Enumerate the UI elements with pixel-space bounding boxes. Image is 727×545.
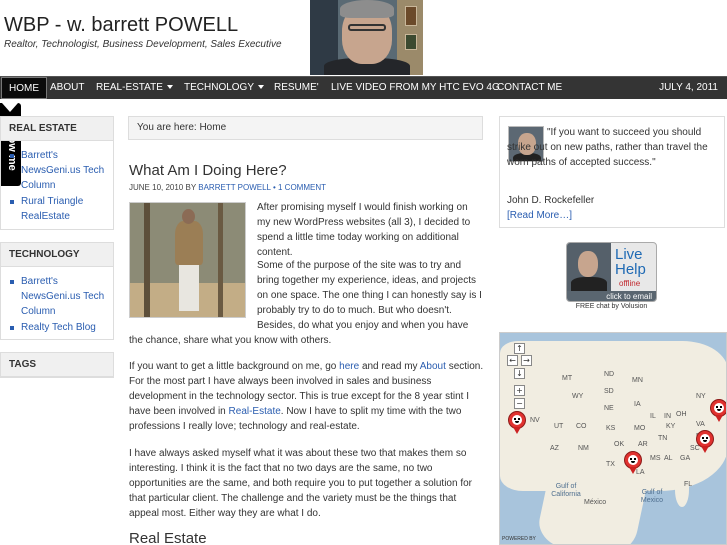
map-pin-icon[interactable] <box>710 399 726 423</box>
map-state-label: WY <box>572 393 584 400</box>
quote-widget: "If you want to succeed you should strik… <box>499 116 725 228</box>
sidebar-heading-technology: TECHNOLOGY <box>1 243 113 267</box>
read-more-link[interactable]: [Read More…] <box>507 210 572 221</box>
live-help-button[interactable]: Live Help offline click to email <box>566 242 657 302</box>
map-state-label: MO <box>634 425 646 432</box>
sidebar-heading-real-estate: REAL ESTATE <box>1 117 113 141</box>
section-title: Real Estate <box>129 530 207 545</box>
here-link[interactable]: here <box>339 361 359 372</box>
nav-technology[interactable]: TECHNOLOGY <box>177 77 271 99</box>
map-state-label: ND <box>604 371 615 378</box>
map-state-label: OH <box>676 411 687 418</box>
post-comments-link[interactable]: 1 COMMENT <box>278 183 326 192</box>
map-state-label: AZ <box>550 445 559 452</box>
map-state-label: AR <box>638 441 648 448</box>
post-paragraph: If you want to get a little background o… <box>129 361 484 432</box>
meta-separator: • <box>272 183 276 192</box>
bird-icon <box>2 103 18 112</box>
map-state-label: KS <box>606 425 616 432</box>
sidebar-link[interactable]: Barrett's NewsGeni.us Tech Column <box>10 148 109 193</box>
pan-down-button[interactable]: ↓ <box>514 368 525 379</box>
about-link[interactable]: About <box>420 361 446 372</box>
pan-left-button[interactable]: ← <box>507 355 518 366</box>
free-chat-credit[interactable]: FREE chat by Volusion <box>566 303 657 310</box>
map-state-label: UT <box>554 423 564 430</box>
click-to-email[interactable]: click to email <box>567 291 656 301</box>
sidebar-link[interactable]: Barrett's NewsGeni.us Tech Column <box>10 274 109 319</box>
zoom-in-button[interactable]: + <box>514 385 525 396</box>
map-state-label: MT <box>562 375 573 382</box>
map-state-label: OK <box>614 441 625 448</box>
map-state-label: IA <box>634 401 641 408</box>
chevron-down-icon <box>258 85 265 90</box>
map-country-label: México <box>584 499 607 506</box>
post-title[interactable]: What Am I Doing Here? <box>129 162 287 179</box>
nav-home[interactable]: HOME <box>1 77 47 99</box>
nav-real-estate[interactable]: REAL-ESTATE <box>89 77 180 99</box>
map-state-label: AL <box>664 455 673 462</box>
map-state-label: SD <box>604 388 614 395</box>
map-state-label: NV <box>530 417 540 424</box>
post-paragraph: I have always asked myself what it was a… <box>129 448 472 519</box>
main-nav: HOME ABOUT REAL-ESTATE TECHNOLOGY RESUME… <box>0 76 727 99</box>
map-state-label: IL <box>650 413 656 420</box>
pan-up-button[interactable]: ↑ <box>514 343 525 354</box>
sidebar-tags: TAGS <box>0 352 114 378</box>
breadcrumb: You are here: Home <box>128 116 483 140</box>
zoom-out-button[interactable]: − <box>514 398 525 409</box>
real-estate-link[interactable]: Real-Estate <box>229 406 281 417</box>
pan-right-button[interactable]: → <box>521 355 532 366</box>
post-paragraph: Besides, do what you enjoy and when you … <box>129 320 469 346</box>
sidebar-link[interactable]: Rural Triangle RealEstate <box>10 194 109 224</box>
map-credit: POWERED BY <box>502 536 536 542</box>
post-meta: JUNE 10, 2010 BY BARRETT POWELL • 1 COMM… <box>129 183 326 192</box>
site-tagline: Realtor, Technologist, Business Developm… <box>4 39 282 50</box>
sidebar-heading-tags: TAGS <box>1 353 113 377</box>
post-date: JUNE 10, 2010 BY <box>129 183 197 192</box>
map-state-label: GA <box>680 455 691 462</box>
map-state-label: FL <box>684 481 693 488</box>
map-state-label: VA <box>696 421 705 428</box>
map-pin-icon[interactable] <box>696 430 714 454</box>
map-pin-icon[interactable] <box>508 411 526 435</box>
quote-text: "If you want to succeed you should strik… <box>507 127 708 168</box>
sidebar-real-estate: REAL ESTATE Barrett's NewsGeni.us Tech C… <box>0 116 114 230</box>
post-paragraph: Some of the purpose of the site was to t… <box>257 260 482 316</box>
map-state-label: IN <box>664 413 671 420</box>
sidebar-technology: TECHNOLOGY Barrett's NewsGeni.us Tech Co… <box>0 242 114 340</box>
map-water-label: Gulf of California <box>551 483 581 498</box>
map-state-label: NY <box>696 393 706 400</box>
map-state-label: NE <box>604 405 614 412</box>
nav-about[interactable]: ABOUT <box>43 77 91 99</box>
nav-live-video[interactable]: LIVE VIDEO FROM MY HTC EVO 4G <box>324 77 507 99</box>
header-photo <box>310 0 423 75</box>
nav-resume[interactable]: RESUME' <box>267 77 326 99</box>
map-state-label: MS <box>650 455 661 462</box>
sidebar-link[interactable]: Realty Tech Blog <box>10 320 109 335</box>
post-author-link[interactable]: BARRETT POWELL <box>198 183 270 192</box>
nav-date: JULY 4, 2011 <box>659 82 718 93</box>
map-state-label: TN <box>658 435 668 442</box>
map-pin-icon[interactable] <box>624 451 642 475</box>
map-water-label: Gulf of Mexico <box>640 489 664 504</box>
site-title[interactable]: WBP - w. barrett POWELL <box>4 14 238 37</box>
post-paragraph: After promising myself I would finish wo… <box>257 202 471 258</box>
post-photo <box>129 202 246 318</box>
map-state-label: NM <box>578 445 589 452</box>
nav-contact[interactable]: CONTACT ME <box>490 77 569 99</box>
map-state-label: TX <box>606 461 615 468</box>
live-help-title: Live Help <box>615 246 646 278</box>
live-help-status: offline <box>619 279 641 288</box>
map-state-label: MN <box>632 377 643 384</box>
map-state-label: CO <box>576 423 587 430</box>
quote-author: John D. Rockefeller <box>507 195 595 206</box>
map-state-label: KY <box>666 423 676 430</box>
chevron-down-icon <box>166 85 173 90</box>
avatar <box>567 243 611 291</box>
map-widget[interactable]: MT ND MN WY SD NE IA NV UT CO KS MO IL O… <box>499 332 727 545</box>
